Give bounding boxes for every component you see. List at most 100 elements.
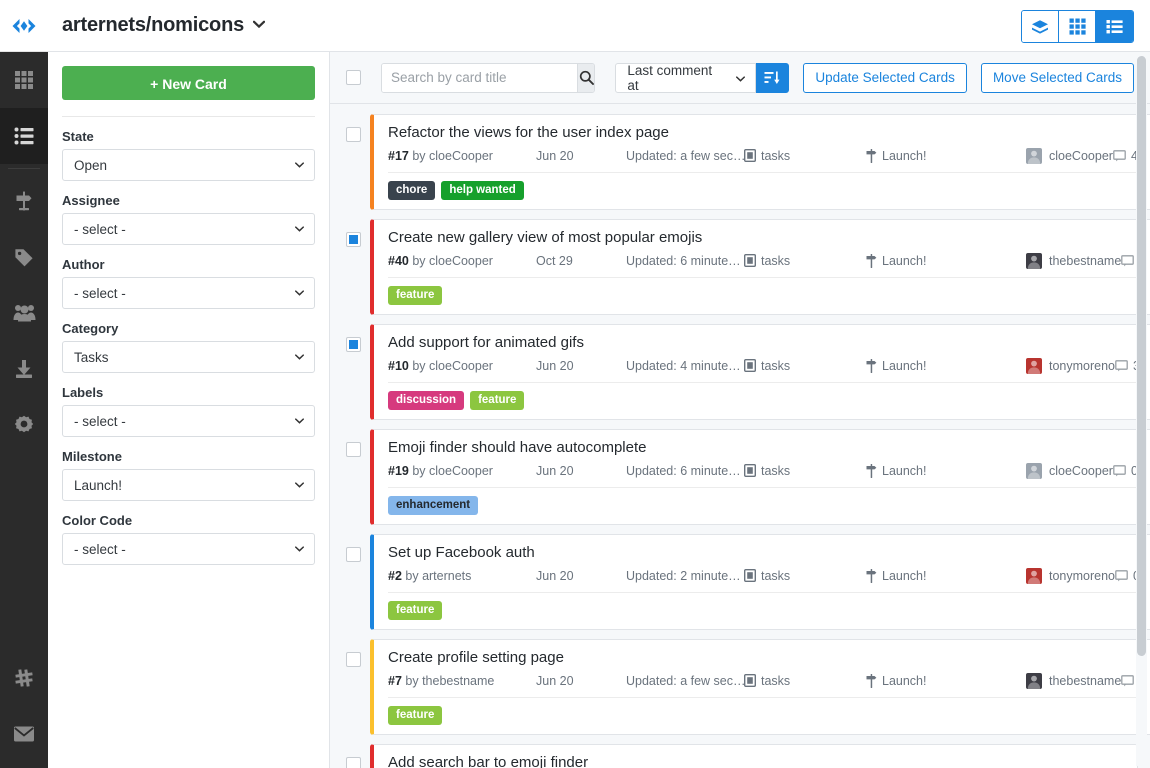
card[interactable]: Add search bar to emoji finder#39 by clo… bbox=[370, 744, 1139, 768]
filter-select-color-code[interactable]: - select - bbox=[62, 533, 315, 565]
milestone-signpost-icon bbox=[16, 191, 32, 211]
rail-item-cards-list[interactable] bbox=[0, 108, 48, 164]
card-label[interactable]: help wanted bbox=[441, 181, 524, 200]
card[interactable]: Create new gallery view of most popular … bbox=[370, 219, 1150, 315]
card-label[interactable]: feature bbox=[470, 391, 525, 410]
view-btn-list-view[interactable] bbox=[1096, 11, 1133, 42]
card-date: Jun 20 bbox=[536, 148, 574, 163]
card-date: Oct 29 bbox=[536, 253, 573, 268]
filter-value-assignee: - select - bbox=[74, 221, 126, 237]
rail-item-labels[interactable] bbox=[0, 229, 48, 285]
card-label[interactable]: chore bbox=[388, 181, 436, 200]
code-brackets-icon bbox=[12, 18, 36, 33]
filter-value-milestone: Launch! bbox=[74, 477, 123, 493]
move-selected-cards-button[interactable]: Move Selected Cards bbox=[980, 62, 1134, 93]
category-icon bbox=[744, 674, 756, 687]
rail-divider bbox=[8, 168, 40, 169]
view-btn-board-view[interactable] bbox=[1022, 11, 1059, 42]
card[interactable]: Add support for animated gifs #10 by cloe… bbox=[370, 324, 1150, 420]
card-number: #17 bbox=[388, 148, 409, 163]
card-title[interactable]: Set up Facebook auth bbox=[388, 543, 1140, 562]
comment-icon bbox=[1115, 359, 1128, 371]
card-select-checkbox[interactable] bbox=[346, 337, 361, 352]
category-icon bbox=[744, 569, 756, 582]
card-number: #19 bbox=[388, 463, 409, 478]
new-card-button[interactable]: + New Card bbox=[62, 66, 315, 100]
filter-select-state[interactable]: Open bbox=[62, 149, 315, 181]
grid-icon bbox=[1069, 18, 1086, 35]
download-icon bbox=[16, 360, 32, 378]
sort-field-select[interactable]: Last comment at bbox=[615, 62, 756, 93]
rail-item-settings[interactable] bbox=[0, 397, 48, 453]
sort-direction-button[interactable] bbox=[755, 62, 790, 93]
card-labels: feature bbox=[388, 706, 1146, 725]
rail-item-milestones[interactable] bbox=[0, 173, 48, 229]
card[interactable]: Create profile setting page #7 by thebest… bbox=[370, 639, 1150, 735]
scrollbar-thumb[interactable] bbox=[1137, 56, 1146, 656]
card-milestone: Launch! bbox=[866, 253, 1026, 268]
card-title[interactable]: Add support for animated gifs bbox=[388, 333, 1140, 352]
card-select-checkbox[interactable] bbox=[346, 442, 361, 457]
card-title[interactable]: Create new gallery view of most popular … bbox=[388, 228, 1146, 247]
filter-select-assignee[interactable]: - select - bbox=[62, 213, 315, 245]
comment-icon bbox=[1113, 464, 1126, 476]
filter-label-state: State bbox=[62, 129, 94, 144]
card-meta: #2 by arternets Jun 20 Updated: 2 minute… t… bbox=[388, 566, 1140, 593]
card-date: Jun 20 bbox=[536, 568, 574, 583]
avatar bbox=[1026, 672, 1042, 689]
card-label[interactable]: feature bbox=[388, 706, 443, 725]
magnifier-icon bbox=[579, 70, 594, 85]
filter-group-author: Author - select - bbox=[62, 257, 315, 309]
card-title[interactable]: Emoji finder should have autocomplete bbox=[388, 438, 1138, 457]
filter-select-author[interactable]: - select - bbox=[62, 277, 315, 309]
vertical-scrollbar[interactable] bbox=[1136, 54, 1147, 766]
card-category-label: tasks bbox=[761, 148, 791, 163]
rail-item-import-export[interactable] bbox=[0, 341, 48, 397]
card-select-checkbox[interactable] bbox=[346, 127, 361, 142]
card-title[interactable]: Create profile setting page bbox=[388, 648, 1146, 667]
card[interactable]: Set up Facebook auth #2 by arternets Jun 2… bbox=[370, 534, 1150, 630]
rail-item-messages[interactable] bbox=[0, 706, 48, 762]
select-all-checkbox[interactable] bbox=[346, 70, 361, 85]
card-label[interactable]: feature bbox=[388, 601, 443, 620]
card-title[interactable]: Add search bar to emoji finder bbox=[388, 753, 1123, 768]
card-assignee-name: tonymoreno bbox=[1049, 358, 1116, 373]
card-id-author: #19 by cloeCooper bbox=[388, 464, 536, 478]
tag-icon bbox=[15, 249, 33, 267]
card-meta: #40 by cloeCooper Oct 29 Updated: 6 minute… bbox=[388, 251, 1147, 278]
filter-label-category: Category bbox=[62, 321, 119, 336]
filter-select-labels[interactable]: - select - bbox=[62, 405, 315, 437]
card-label[interactable]: discussion bbox=[388, 391, 465, 410]
card-labels: discussion feature bbox=[388, 391, 1140, 410]
app-logo[interactable] bbox=[0, 0, 48, 52]
main-content: Last comment at Update Selected Car bbox=[330, 52, 1150, 768]
filter-select-category[interactable]: Tasks bbox=[62, 341, 315, 373]
update-selected-cards-button[interactable]: Update Selected Cards bbox=[803, 62, 967, 93]
card-select-checkbox[interactable] bbox=[346, 232, 361, 247]
view-btn-grid-view[interactable] bbox=[1059, 11, 1096, 42]
puzzle-piece-icon bbox=[15, 669, 33, 687]
filter-label-color-code: Color Code bbox=[62, 513, 133, 528]
card[interactable]: Emoji finder should have autocomplete #19… bbox=[370, 429, 1150, 525]
milestone-icon bbox=[866, 253, 877, 268]
card-assignee-name: cloeCooper bbox=[1049, 148, 1113, 163]
search-input[interactable] bbox=[382, 63, 577, 92]
search-button[interactable] bbox=[577, 63, 595, 92]
card-assignee: tonymoreno bbox=[1026, 357, 1116, 374]
card-label[interactable]: feature bbox=[388, 286, 443, 305]
rail-item-apps-grid[interactable] bbox=[0, 52, 48, 108]
rail-item-members[interactable] bbox=[0, 285, 48, 341]
chevron-down-icon bbox=[295, 418, 304, 424]
card[interactable]: Refactor the views for the user index pa… bbox=[370, 114, 1150, 210]
search-box bbox=[381, 62, 596, 93]
card-select-checkbox[interactable] bbox=[346, 547, 361, 562]
card-milestone-label: Launch! bbox=[882, 463, 927, 478]
card-category: tasks bbox=[744, 464, 866, 478]
project-switcher-button[interactable] bbox=[252, 20, 266, 31]
filter-select-milestone[interactable]: Launch! bbox=[62, 469, 315, 501]
card-select-checkbox[interactable] bbox=[346, 652, 361, 667]
card-label[interactable]: enhancement bbox=[388, 496, 479, 515]
rail-item-integrations[interactable] bbox=[0, 650, 48, 706]
card-title[interactable]: Refactor the views for the user index pa… bbox=[388, 123, 1138, 142]
card-select-checkbox[interactable] bbox=[346, 757, 361, 768]
